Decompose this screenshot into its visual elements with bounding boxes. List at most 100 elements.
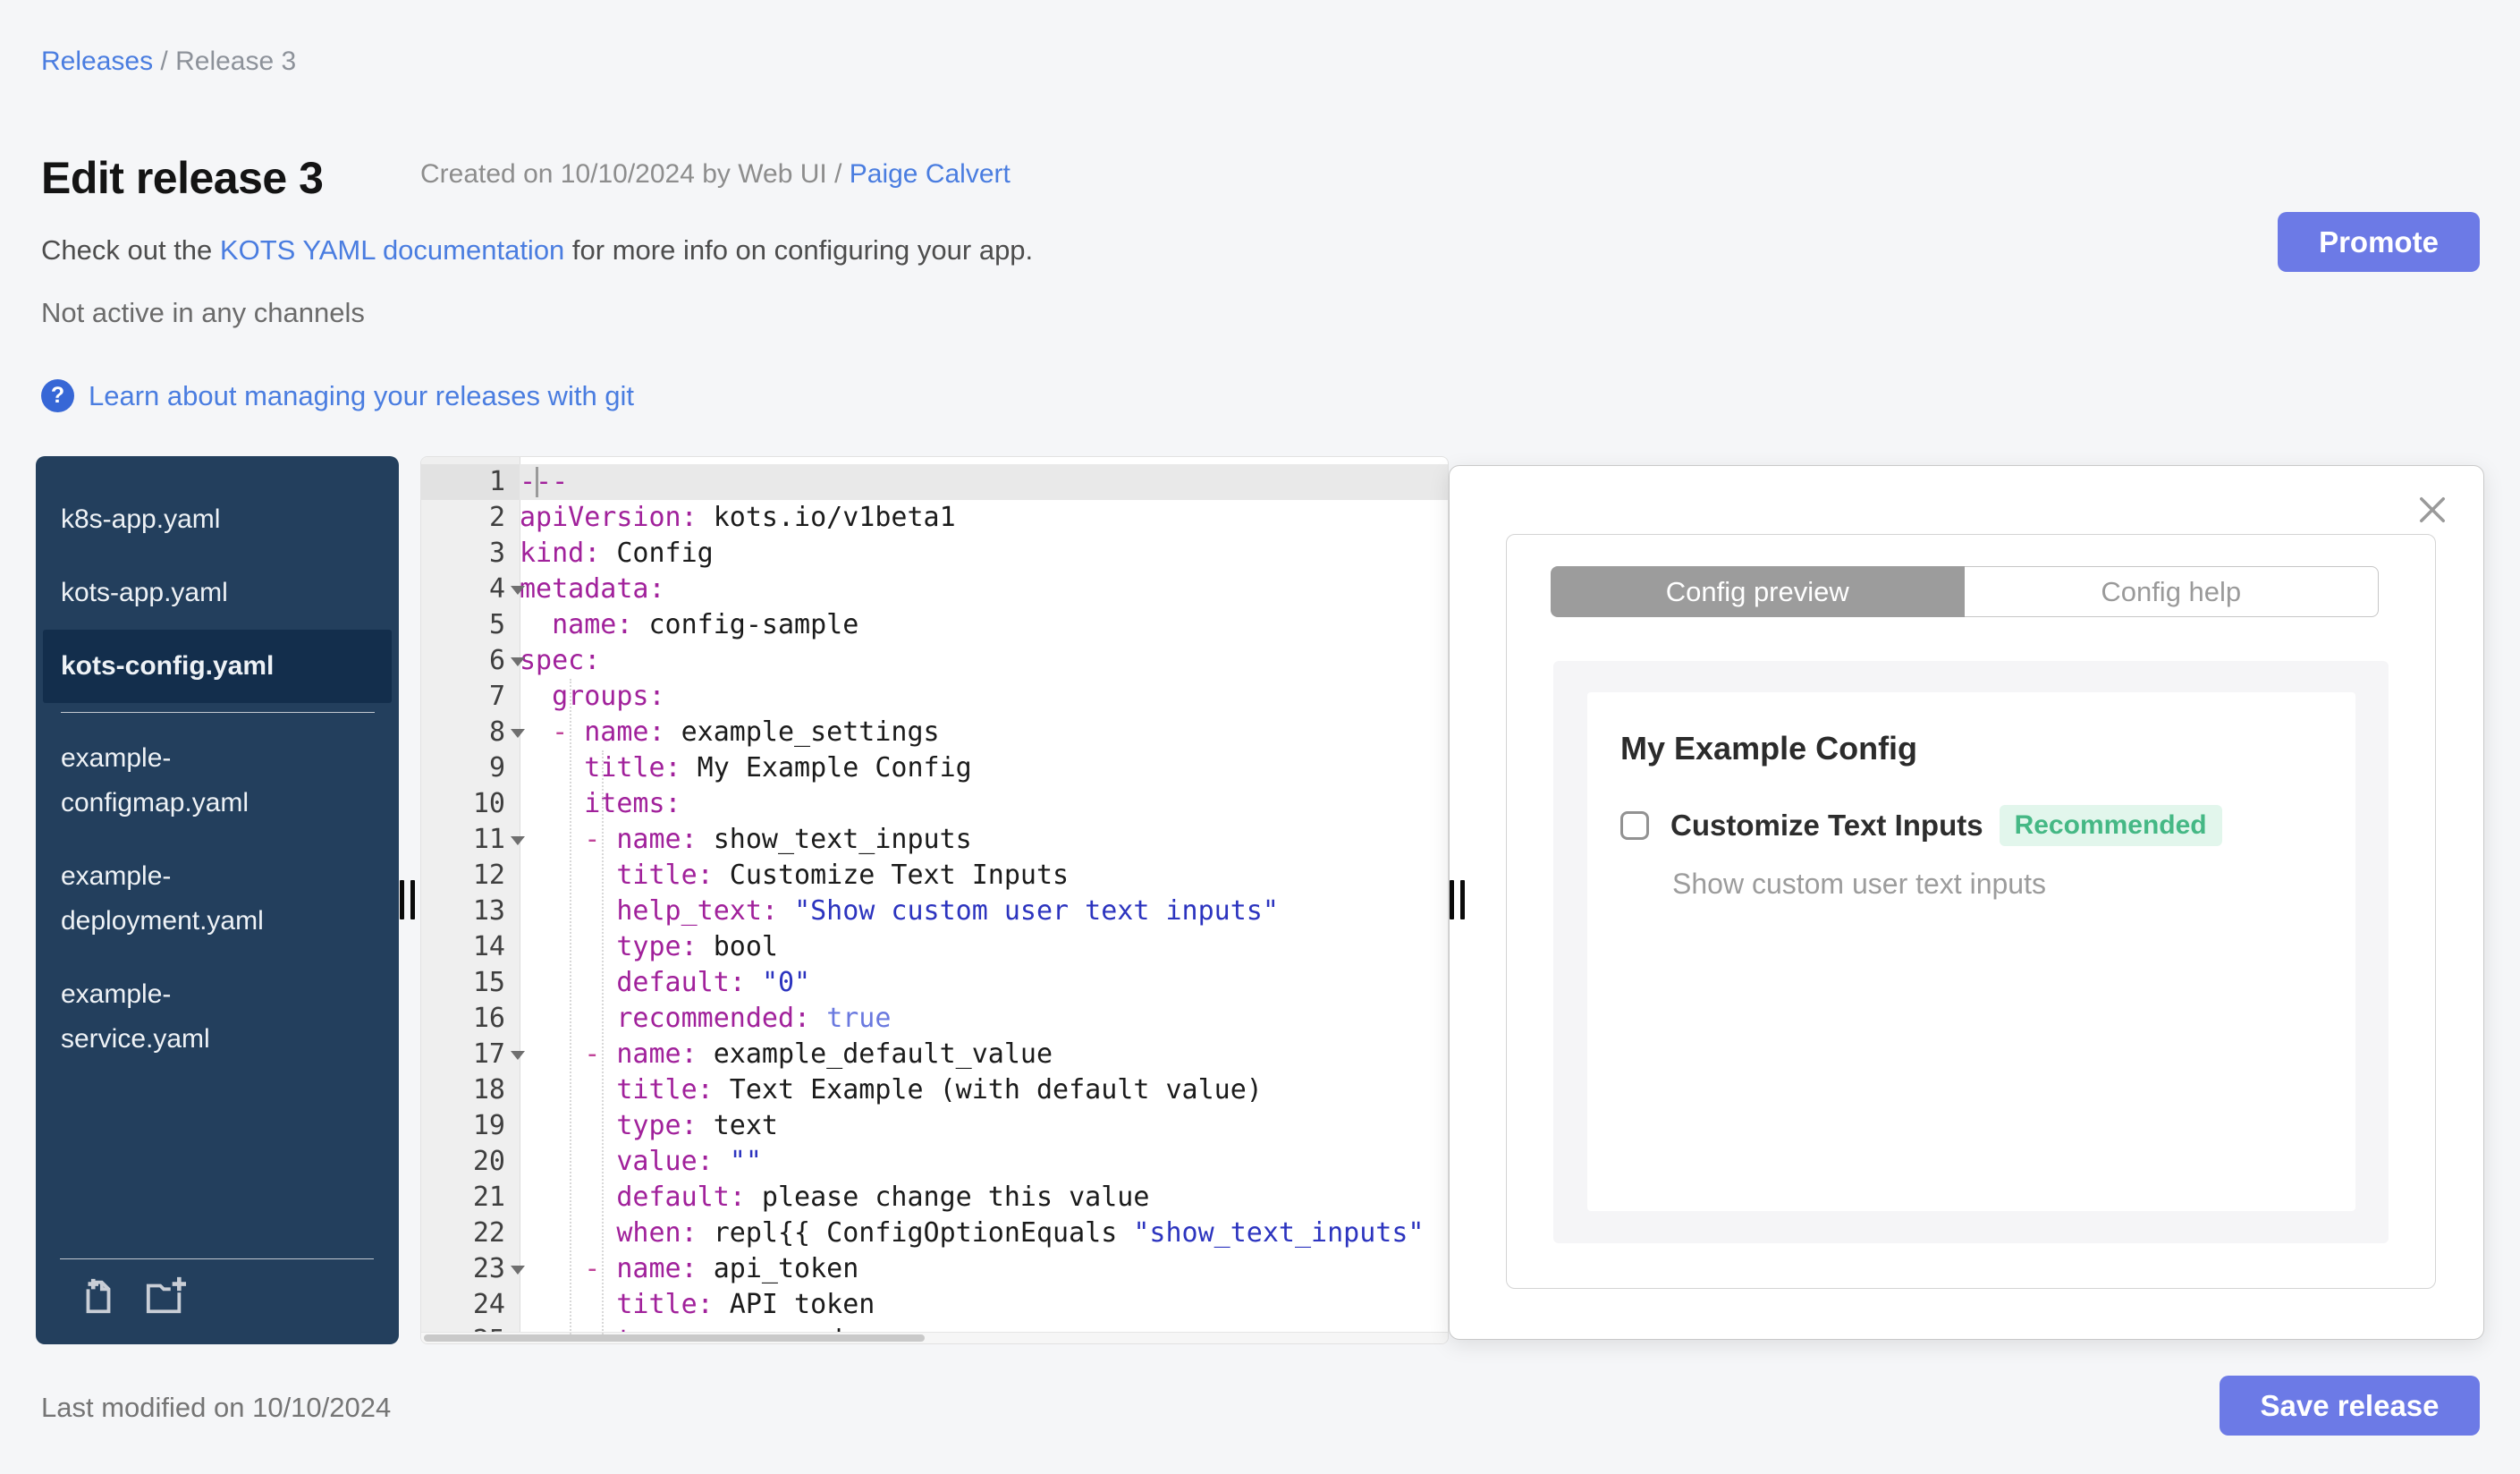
git-help-link[interactable]: ? Learn about managing your releases wit… — [41, 379, 634, 412]
line-number: 10 — [472, 788, 505, 819]
code-line-11[interactable]: 11 - name: show_text_inputs — [421, 822, 1448, 858]
line-number: 21 — [472, 1182, 505, 1213]
line-number: 8 — [488, 716, 505, 748]
recommended-badge: Recommended — [1999, 805, 2222, 846]
code-line-17[interactable]: 17 - name: example_default_value — [421, 1037, 1448, 1072]
code-lines: 1 --- 2 apiVersion: kots.io/v1beta1 3 kind: C… — [421, 464, 1448, 1343]
code-line-10[interactable]: 10 items: — [421, 786, 1448, 822]
page-title: Edit release 3 — [41, 152, 324, 203]
save-release-button[interactable]: Save release — [2220, 1376, 2480, 1436]
code-line-3[interactable]: 3 kind: Config — [421, 536, 1448, 572]
code-text: groups: — [552, 681, 665, 712]
code-line-7[interactable]: 7 groups: — [421, 679, 1448, 715]
code-text: title: My Example Config — [584, 752, 972, 784]
promote-button[interactable]: Promote — [2278, 212, 2480, 272]
breadcrumb-separator: / — [160, 47, 176, 76]
code-line-6[interactable]: 6 spec: — [421, 643, 1448, 679]
config-option-row: Customize Text Inputs Recommended — [1620, 805, 2222, 846]
line-number: 24 — [472, 1289, 505, 1320]
add-folder-icon[interactable] — [142, 1275, 189, 1321]
sidebar-item-example-configmap-yaml[interactable]: example-configmap.yaml — [43, 722, 392, 840]
panel-resize-handle-left[interactable] — [400, 880, 418, 919]
sidebar-item-kots-config-yaml[interactable]: kots-config.yaml — [43, 630, 392, 703]
sidebar-bottom-divider — [60, 1258, 374, 1259]
line-number: 12 — [472, 860, 505, 891]
code-line-23[interactable]: 23 - name: api_token — [421, 1251, 1448, 1287]
fold-arrow-icon[interactable] — [511, 657, 525, 666]
code-line-13[interactable]: 13 help_text: "Show custom user text inp… — [421, 894, 1448, 929]
code-line-24[interactable]: 24 title: API token — [421, 1287, 1448, 1323]
line-number: 19 — [472, 1110, 505, 1141]
breadcrumb-releases-link[interactable]: Releases — [41, 47, 153, 76]
line-number: 16 — [472, 1003, 505, 1034]
sidebar-item-example-service-yaml[interactable]: example-service.yaml — [43, 958, 392, 1076]
code-line-15[interactable]: 15 default: "0" — [421, 965, 1448, 1001]
line-number: 4 — [488, 573, 505, 605]
close-icon[interactable] — [2414, 491, 2451, 529]
code-line-19[interactable]: 19 type: text — [421, 1108, 1448, 1144]
code-text: value: "" — [616, 1146, 762, 1177]
code-text: name: config-sample — [552, 609, 859, 640]
line-number: 7 — [488, 681, 505, 712]
sidebar-item-kots-app-yaml[interactable]: kots-app.yaml — [43, 556, 392, 630]
line-number: 2 — [488, 502, 505, 533]
fold-arrow-icon[interactable] — [511, 729, 525, 738]
code-text: title: Customize Text Inputs — [616, 860, 1070, 891]
code-line-21[interactable]: 21 default: please change this value — [421, 1180, 1448, 1216]
file-list-divider — [61, 712, 375, 713]
code-line-18[interactable]: 18 title: Text Example (with default val… — [421, 1072, 1448, 1108]
code-text: items: — [584, 788, 681, 819]
yaml-editor[interactable]: 1 --- 2 apiVersion: kots.io/v1beta1 3 kind: C… — [420, 456, 1449, 1344]
code-line-20[interactable]: 20 value: "" — [421, 1144, 1448, 1180]
config-group-title: My Example Config — [1620, 730, 1918, 767]
line-number: 3 — [488, 538, 505, 569]
docs-line: Check out the KOTS YAML documentation fo… — [41, 234, 1033, 267]
code-text: - name: example_settings — [552, 716, 940, 748]
line-number: 20 — [472, 1146, 505, 1177]
edit-release-page: Releases / Release 3 Edit release 3 Crea… — [0, 0, 2520, 1474]
code-text: - name: example_default_value — [584, 1038, 1053, 1070]
fold-arrow-icon[interactable] — [511, 586, 525, 595]
fold-arrow-icon[interactable] — [511, 1266, 525, 1275]
fold-arrow-icon[interactable] — [511, 1051, 525, 1060]
sidebar-item-k8s-app-yaml[interactable]: k8s-app.yaml — [43, 483, 392, 556]
line-number: 9 — [488, 752, 505, 784]
config-option-help-text: Show custom user text inputs — [1672, 868, 2046, 900]
panel-resize-handle-right[interactable] — [1450, 880, 1467, 919]
sidebar-bottom — [36, 1258, 399, 1321]
code-line-16[interactable]: 16 recommended: true — [421, 1001, 1448, 1037]
customize-text-inputs-checkbox[interactable] — [1620, 811, 1649, 840]
preview-content-area: My Example Config Customize Text Inputs … — [1553, 661, 2389, 1243]
add-file-icon[interactable] — [78, 1275, 119, 1321]
code-text: default: "0" — [616, 967, 811, 998]
kots-yaml-docs-link[interactable]: KOTS YAML documentation — [220, 234, 564, 266]
created-meta: Created on 10/10/2024 by Web UI / Paige … — [420, 159, 1011, 190]
line-number: 15 — [472, 967, 505, 998]
line-number: 5 — [488, 609, 505, 640]
code-line-5[interactable]: 5 name: config-sample — [421, 607, 1448, 643]
code-line-14[interactable]: 14 type: bool — [421, 929, 1448, 965]
code-line-4[interactable]: 4 metadata: — [421, 572, 1448, 607]
created-by-link[interactable]: Paige Calvert — [850, 159, 1011, 189]
code-line-9[interactable]: 9 title: My Example Config — [421, 750, 1448, 786]
line-number: 6 — [488, 645, 505, 676]
sidebar-icons — [36, 1275, 399, 1321]
created-text: Created on 10/10/2024 by Web UI / — [420, 159, 850, 189]
code-line-1[interactable]: 1 --- — [421, 464, 1448, 500]
sidebar-item-example-deployment-yaml[interactable]: example-deployment.yaml — [43, 840, 392, 958]
tab-config-preview[interactable]: Config preview — [1551, 566, 1965, 617]
code-text: - name: show_text_inputs — [584, 824, 972, 855]
fold-arrow-icon[interactable] — [511, 836, 525, 845]
line-number: 17 — [472, 1038, 505, 1070]
code-text: default: please change this value — [616, 1182, 1150, 1213]
code-line-2[interactable]: 2 apiVersion: kots.io/v1beta1 — [421, 500, 1448, 536]
file-list: k8s-app.yaml kots-app.yaml kots-config.yam… — [36, 456, 399, 1076]
code-line-12[interactable]: 12 title: Customize Text Inputs — [421, 858, 1448, 894]
tab-config-help[interactable]: Config help — [1964, 566, 2379, 617]
config-option-label: Customize Text Inputs — [1670, 809, 1983, 842]
code-line-22[interactable]: 22 when: repl{{ ConfigOptionEquals "show… — [421, 1216, 1448, 1251]
docs-prefix: Check out the — [41, 234, 220, 266]
scrollbar-thumb[interactable] — [424, 1334, 925, 1342]
question-circle-icon: ? — [41, 379, 74, 412]
code-line-8[interactable]: 8 - name: example_settings — [421, 715, 1448, 750]
